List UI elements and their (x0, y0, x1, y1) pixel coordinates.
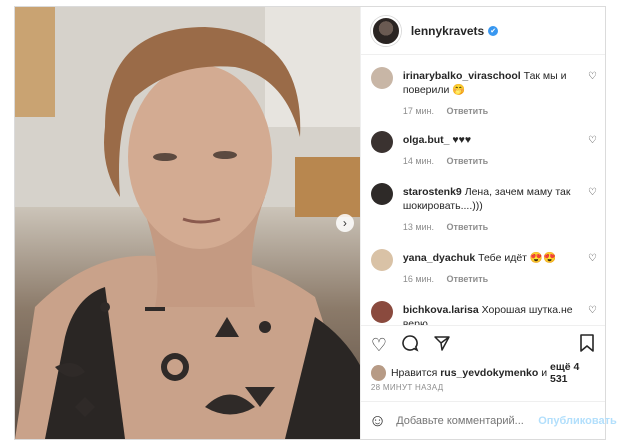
likes-prefix: Нравится (390, 367, 438, 379)
comment-time: 16 мин. (402, 274, 435, 284)
carousel-next-button[interactable]: › (335, 214, 354, 232)
comment-time: 17 мин. (402, 106, 435, 116)
portrait-illustration (15, 7, 360, 439)
post-side-panel: lennykravets ✔ irinarybalko_viraschool Т… (359, 7, 617, 439)
commenter-avatar[interactable] (370, 67, 393, 89)
commenter-avatar[interactable] (370, 183, 393, 205)
bookmark-icon[interactable] (579, 334, 595, 355)
comment-like-icon[interactable]: ♡ (588, 187, 597, 198)
likes-count[interactable]: ещё 4 531 (550, 361, 597, 385)
commenter-username[interactable]: irinarybalko_viraschool (403, 70, 521, 82)
commenter-avatar[interactable] (370, 301, 393, 323)
reply-button[interactable]: Ответить (447, 274, 489, 284)
comment-bubble-icon[interactable] (401, 334, 419, 355)
commenter-avatar[interactable] (370, 131, 393, 153)
add-comment-bar: ☺ Опубликовать (360, 401, 617, 439)
author-username[interactable]: lennykravets (411, 24, 484, 38)
instagram-post: › lennykravets ✔ irinarybalko_viraschool… (14, 6, 617, 440)
comment-like-icon[interactable]: ♡ (588, 135, 597, 146)
commenter-username[interactable]: yana_dyachuk (403, 252, 475, 264)
comment-like-icon[interactable]: ♡ (588, 253, 597, 264)
likes-summary: Нравится rus_yevdokymenko и ещё 4 531 (370, 361, 597, 385)
publish-button[interactable]: Опубликовать (538, 415, 617, 427)
post-header: lennykravets ✔ (360, 7, 605, 55)
comment-like-icon[interactable]: ♡ (588, 305, 597, 316)
author-avatar[interactable] (370, 15, 401, 46)
commenter-username[interactable]: bichkova.larisa (403, 304, 479, 316)
comment-text: Тебе идёт 😍😍 (478, 252, 557, 264)
comment-text: ♥♥♥ (452, 134, 472, 146)
paper-plane-icon[interactable] (433, 334, 451, 355)
commenter-username[interactable]: starostenk9 (403, 186, 462, 198)
comment-time: 14 мин. (402, 156, 435, 166)
post-timestamp: 28 МИНУТ НАЗАД (370, 383, 444, 392)
emoji-icon[interactable]: ☺ (369, 411, 386, 431)
commenter-username[interactable]: olga.but_ (403, 134, 450, 146)
reply-button[interactable]: Ответить (447, 222, 489, 232)
comment-time: 13 мин. (402, 222, 435, 232)
liker-avatar[interactable] (370, 365, 386, 381)
reply-button[interactable]: Ответить (447, 156, 489, 166)
reply-button[interactable]: Ответить (447, 106, 489, 116)
post-photo[interactable]: › (15, 7, 360, 439)
comment-input[interactable] (396, 414, 539, 427)
likes-suffix: и (541, 367, 548, 379)
heart-outline-icon[interactable]: ♡ (371, 336, 387, 354)
commenter-avatar[interactable] (370, 249, 393, 271)
comments-list: irinarybalko_viraschool Так мы и поверил… (361, 55, 605, 325)
verified-badge-icon: ✔ (488, 25, 499, 36)
liker-username[interactable]: rus_yevdokymenko (440, 367, 538, 379)
comment-like-icon[interactable]: ♡ (588, 71, 597, 82)
post-actions-bar: ♡ (360, 325, 605, 363)
